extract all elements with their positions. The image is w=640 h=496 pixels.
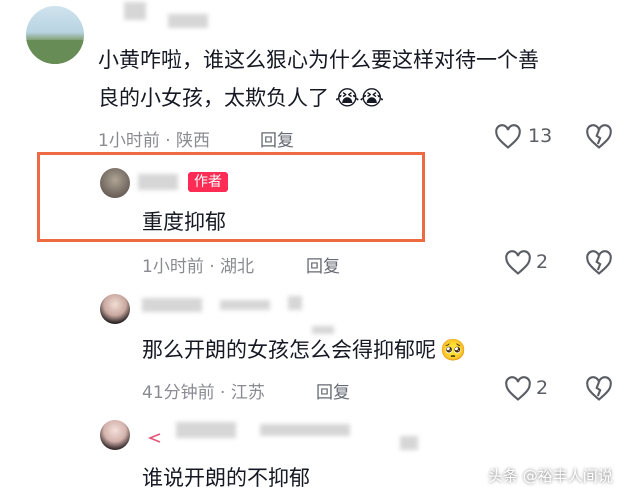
comment-meta: 41分钟前 · 江苏 (142, 383, 265, 403)
like-button[interactable]: 13 (494, 122, 574, 152)
username-blurred (124, 2, 146, 20)
comment-text: 那么开朗的女孩怎么会得抑郁呢 🥺 (142, 338, 467, 362)
dislike-button[interactable] (585, 250, 613, 276)
like-count: 2 (536, 251, 549, 273)
avatar[interactable] (26, 6, 84, 64)
broken-heart-icon (586, 124, 612, 149)
broken-heart-icon (586, 250, 612, 275)
watermark: 头条 @裕丰人间说 (488, 467, 613, 485)
reply-button[interactable]: 回复 (306, 252, 340, 277)
avatar[interactable] (100, 420, 130, 450)
username-blurred (288, 296, 302, 310)
username-blurred (260, 424, 350, 436)
comment-text: 谁说开朗的不抑郁 (142, 466, 310, 490)
reply-arrow-icon (146, 428, 162, 443)
comment-text: 重度抑郁 (142, 210, 226, 234)
like-count: 2 (536, 377, 549, 399)
comment-text: 良的小女孩，太欺负人了 😭😭 (98, 86, 385, 110)
username-blurred (138, 174, 178, 190)
dislike-button[interactable] (585, 376, 613, 402)
crying-emoji: 😭😭 (335, 86, 385, 110)
highlight-box (37, 152, 425, 242)
heart-outline-icon (505, 376, 531, 401)
comment-text: 小黄咋啦，谁这么狠心为什么要这样对待一个善 (98, 48, 539, 72)
like-count: 13 (528, 125, 553, 147)
dislike-button[interactable] (585, 124, 613, 150)
reply-button[interactable]: 回复 (260, 126, 294, 151)
heart-outline-icon (505, 250, 531, 275)
username-blurred (142, 298, 202, 312)
like-button[interactable]: 2 (504, 248, 564, 278)
reply-button[interactable]: 回复 (316, 378, 350, 403)
pleading-emoji: 🥺 (440, 338, 467, 362)
heart-outline-icon (495, 124, 521, 149)
avatar[interactable] (100, 168, 130, 198)
like-button[interactable]: 2 (504, 374, 564, 404)
broken-heart-icon (586, 376, 612, 401)
comment-meta: 1小时前 · 湖北 (142, 257, 255, 277)
username-blurred (400, 436, 418, 450)
username-blurred (176, 422, 236, 438)
comment-meta: 1小时前 · 陕西 (98, 131, 211, 151)
author-badge: 作者 (188, 172, 228, 192)
username-blurred (220, 300, 270, 310)
username-blurred (168, 14, 208, 28)
avatar[interactable] (100, 294, 130, 324)
